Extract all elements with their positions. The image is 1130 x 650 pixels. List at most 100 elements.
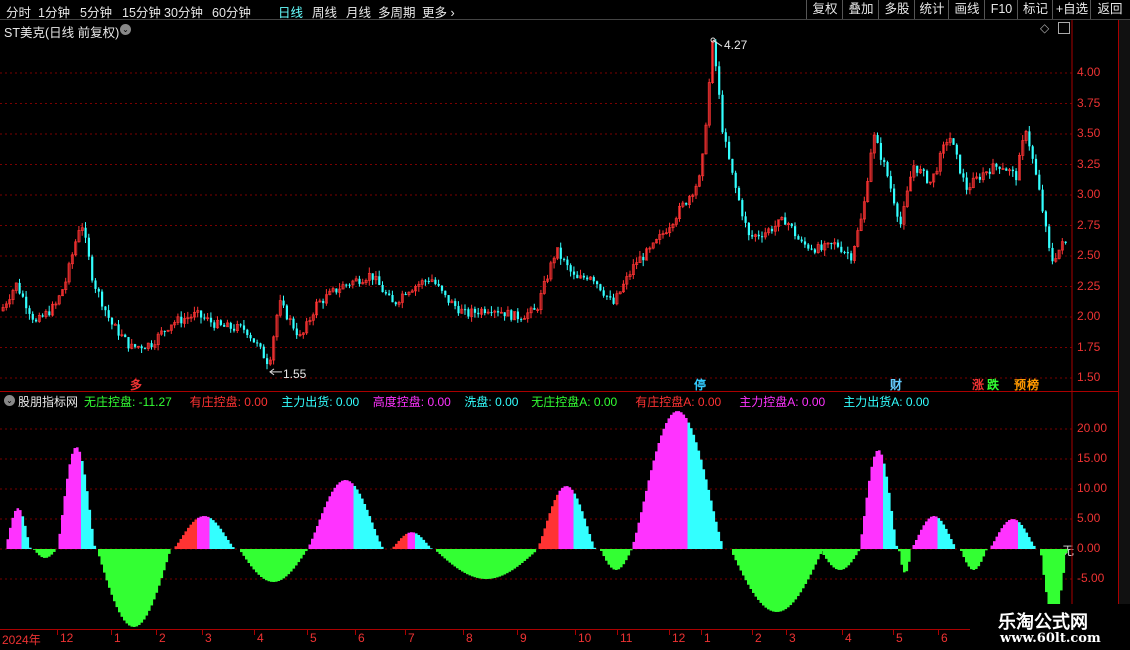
candle-body (718, 66, 721, 95)
histogram-bar (410, 532, 413, 549)
toolbar-button-4[interactable]: 画线 (948, 0, 985, 19)
candle-body (592, 277, 595, 282)
toolbar-button-8[interactable]: 返回 (1090, 0, 1129, 19)
histogram-bar (441, 549, 444, 557)
histogram-bar (194, 519, 198, 549)
right-scroll-strip[interactable] (1118, 20, 1130, 630)
histogram-bar (443, 549, 447, 559)
candle-body (800, 239, 803, 242)
candle-body (391, 295, 394, 303)
histogram-bar (903, 549, 906, 573)
histogram-bar (45, 549, 49, 558)
histogram-bar (526, 549, 529, 559)
candle-body (104, 306, 107, 311)
date-tick: 4 (845, 631, 852, 645)
candle-body (850, 253, 853, 261)
histogram-bar (920, 529, 923, 549)
histogram-bar (11, 517, 15, 549)
histogram-bar (932, 516, 936, 549)
histogram-bar (1020, 524, 1024, 549)
histogram-bar (734, 549, 738, 561)
histogram-bar (789, 549, 793, 606)
histogram-bar (925, 521, 928, 549)
toolbar-button-6[interactable]: 标记 (1017, 0, 1053, 19)
candle-body (322, 300, 325, 304)
histogram-bar (165, 549, 169, 563)
tab-2[interactable]: 5分钟 (80, 2, 112, 21)
tab-9[interactable]: 多周期 (378, 2, 416, 21)
candle-body (490, 312, 493, 314)
histogram-bar (395, 543, 398, 549)
candle-body (605, 295, 609, 297)
candle-body (150, 343, 153, 348)
date-tick: 2 (159, 631, 166, 645)
histogram-bar (935, 516, 938, 549)
candle-body (784, 217, 787, 225)
toolbar-button-7[interactable]: +自选 (1052, 0, 1091, 19)
histogram-bar (543, 528, 547, 549)
candle-body (893, 188, 896, 204)
histogram-bar (518, 549, 522, 565)
indicator-histogram[interactable] (0, 392, 1130, 630)
tab-5[interactable]: 60分钟 (212, 2, 251, 21)
histogram-bar (343, 480, 347, 549)
candle-body (820, 244, 823, 250)
candle-body (761, 236, 764, 238)
tab-0[interactable]: 分时 (6, 2, 31, 21)
histogram-bar (840, 549, 843, 570)
histogram-bar (804, 549, 808, 584)
histogram-bar (878, 450, 881, 549)
candle-body (497, 311, 500, 313)
candle-body (345, 284, 348, 286)
histogram-bar (461, 549, 464, 572)
toolbar-button-1[interactable]: 叠加 (842, 0, 879, 19)
histogram-bar (19, 510, 22, 549)
candle-body (378, 276, 381, 285)
tab-7[interactable]: 周线 (312, 2, 337, 21)
candle-body (721, 94, 724, 133)
date-tick-mark (752, 630, 753, 635)
histogram-bar (1057, 549, 1061, 605)
candle-body (731, 158, 734, 173)
histogram-bar (982, 549, 986, 557)
histogram-bar (422, 539, 426, 549)
date-tick: 12 (60, 631, 74, 645)
candlestick-chart[interactable] (0, 20, 1130, 392)
histogram-bar (133, 549, 136, 627)
histogram-bar (998, 532, 1001, 549)
candle-body (28, 308, 31, 314)
toolbar-button-2[interactable]: 多股 (878, 0, 915, 19)
tab-6[interactable]: 日线 (278, 2, 303, 21)
candle-body (794, 226, 797, 237)
candle-body (266, 358, 269, 365)
tab-4[interactable]: 30分钟 (164, 2, 203, 21)
candle-body (473, 308, 477, 313)
histogram-bar (717, 531, 721, 549)
histogram-bar (115, 549, 119, 608)
tab-10[interactable]: 更多 › (422, 2, 455, 21)
candle-body (223, 324, 226, 327)
tab-8[interactable]: 月线 (346, 2, 371, 21)
histogram-bar (1030, 541, 1034, 549)
histogram-bar (814, 549, 818, 565)
histogram-bar (202, 516, 205, 549)
histogram-bar (140, 549, 144, 623)
toolbar-button-0[interactable]: 复权 (806, 0, 843, 19)
date-tick: 4 (257, 631, 264, 645)
candle-body (734, 172, 737, 188)
candle-body (596, 281, 599, 285)
histogram-bar (328, 496, 332, 549)
candle-body (25, 296, 28, 309)
histogram-bar (667, 418, 671, 549)
histogram-bar (857, 549, 861, 552)
histogram-bar (523, 549, 527, 561)
candle-body (876, 135, 879, 143)
toolbar-button-5[interactable]: F10 (984, 0, 1018, 19)
histogram-bar (331, 491, 334, 549)
tab-1[interactable]: 1分钟 (38, 2, 70, 21)
tab-3[interactable]: 15分钟 (122, 2, 161, 21)
histogram-bar (747, 549, 750, 585)
date-tick: 9 (520, 631, 527, 645)
toolbar-button-3[interactable]: 统计 (914, 0, 949, 19)
histogram-bar (338, 482, 342, 549)
